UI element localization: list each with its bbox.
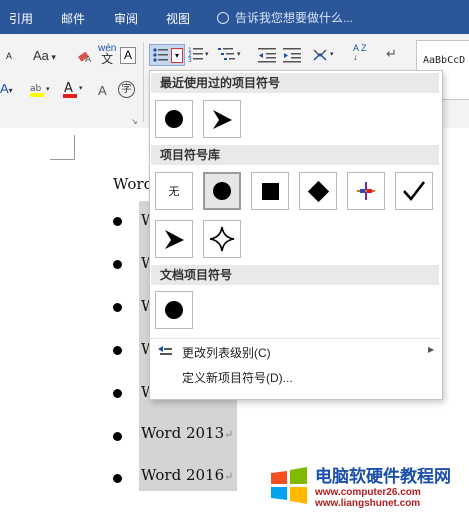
watermark-url: www.computer26.com www.liangshunet.com [315,487,421,509]
phonetic-guide-char: 文 [101,52,114,66]
watermark-url-1: www.computer26.com [315,487,421,498]
filled-square-icon [261,182,279,200]
list-bullet [113,474,122,483]
svg-text:A: A [64,81,73,96]
clear-format-icon[interactable]: A [77,49,93,63]
phonetic-guide-button[interactable]: wén 文 [98,44,116,66]
list-bullet [113,389,122,398]
chinese-layout-icon[interactable]: ▾ [312,46,338,64]
svg-text:ab: ab [30,84,42,94]
svg-text:▾: ▾ [79,84,83,92]
style-normal-preview: AaBbCcD [423,55,466,66]
bullet-option-colored[interactable] [347,172,385,210]
bullet-option-checkmark[interactable] [395,172,433,210]
show-marks-button[interactable]: ↵ [386,46,397,62]
none-label: 无 [168,186,180,198]
text-effects-button[interactable]: A▾ [0,81,13,96]
margin-corner-mark [50,135,75,160]
list-item-text: Word 2013↵ [141,424,233,442]
bullet-library-dropdown: 最近使用过的项目符号 项目符号库 无 文档项目符号 更改列表级别(C) ▶ 定义… [149,70,443,400]
lightbulb-icon [217,12,229,24]
list-bullet [113,303,122,312]
svg-text:3: 3 [188,57,192,64]
decrease-indent-icon[interactable] [258,47,278,63]
list-bullet [113,346,122,355]
change-list-level-item[interactable]: 更改列表级别(C) [182,344,271,361]
numbering-icon[interactable]: 1 2 3 ▾ [188,46,212,64]
font-color-icon[interactable]: A ▾ [62,80,88,99]
tab-view[interactable]: 视图 [166,10,190,27]
tell-me-box[interactable]: 告诉我您想要做什么... [217,9,353,26]
char-shading-button[interactable]: A [98,83,107,98]
multilevel-list-icon[interactable]: ▾ [218,46,244,64]
bullet-library-header: 项目符号库 [151,145,439,165]
tab-references[interactable]: 引用 [9,10,33,27]
bullet-option-recent-dot[interactable] [155,100,193,138]
bullet-option-arrow[interactable] [155,220,193,258]
bullets-dropdown-arrow[interactable]: ▾ [171,48,183,63]
filled-diamond-icon [307,180,329,202]
tab-review[interactable]: 审阅 [114,10,138,27]
enclose-char-button[interactable]: 字 [118,81,135,98]
paragraph-mark: ↵ [224,428,234,441]
svg-text:▾: ▾ [330,50,334,58]
paragraph-mark: ↵ [224,470,234,483]
bullet-option-square[interactable] [251,172,289,210]
arrowhead-icon [165,230,184,249]
site-watermark: 电脑软硬件教程网 www.computer26.com www.liangshun… [263,459,469,512]
bullet-option-none[interactable]: 无 [155,172,193,210]
document-bullets-header: 文档项目符号 [151,265,439,285]
recent-bullets-header: 最近使用过的项目符号 [151,73,439,93]
list-item-label: Word 2013 [141,424,225,442]
svg-text:▾: ▾ [46,85,50,93]
bullet-option-dot[interactable] [203,172,241,210]
filled-circle-icon [165,110,183,128]
change-case-button[interactable]: Aa ▾ [33,48,56,63]
change-case-label: Aa [33,48,49,63]
filled-circle-icon [165,301,183,319]
tell-me-text: 告诉我您想要做什么... [235,11,354,25]
list-item-text: Word 2016↵ [141,466,233,484]
list-bullet [113,260,122,269]
group-divider [143,42,144,122]
watermark-url-2: www.liangshunet.com [315,498,421,509]
svg-text:▾: ▾ [237,50,241,58]
list-bullet [113,432,122,441]
watermark-title: 电脑软硬件教程网 [315,467,451,486]
bullet-option-diamond[interactable] [299,172,337,210]
define-new-bullet-item[interactable]: 定义新项目符号(D)... [182,369,293,386]
list-item-label: Word 2016 [141,466,225,484]
bullet-option-recent-arrow[interactable] [203,100,241,138]
menu-separator [150,338,440,339]
four-point-star-icon [209,226,235,252]
bullet-option-doc-dot[interactable] [155,291,193,329]
list-bullet [113,217,122,226]
checkmark-icon [403,181,426,202]
svg-text:▾: ▾ [205,50,209,58]
tab-mailings[interactable]: 邮件 [61,10,85,27]
svg-text:A: A [85,55,92,63]
increase-indent-icon[interactable] [283,47,303,63]
highlight-color-icon[interactable]: ab ▾ [29,81,55,99]
ribbon-tab-bar: 引用 邮件 审阅 视图 告诉我您想要做什么... [0,0,469,34]
char-border-button[interactable]: A [120,47,136,64]
bullet-list-icon [153,48,168,62]
submenu-arrow-icon: ▶ [428,345,435,354]
windows-logo [271,467,307,504]
filled-circle-icon [213,182,231,200]
bullet-option-star[interactable] [203,220,241,258]
sort-button[interactable]: A Z ↓ [353,44,367,62]
font-dialog-launcher-icon[interactable]: ↘ [131,117,138,126]
arrowhead-icon [213,110,232,129]
bullets-button[interactable]: ▾ [149,44,185,66]
change-list-level-icon [158,346,172,355]
doc-first-line: Word [113,175,154,193]
colored-cross-icon [357,182,375,200]
grow-font-icon[interactable]: ᴬ [6,50,12,65]
